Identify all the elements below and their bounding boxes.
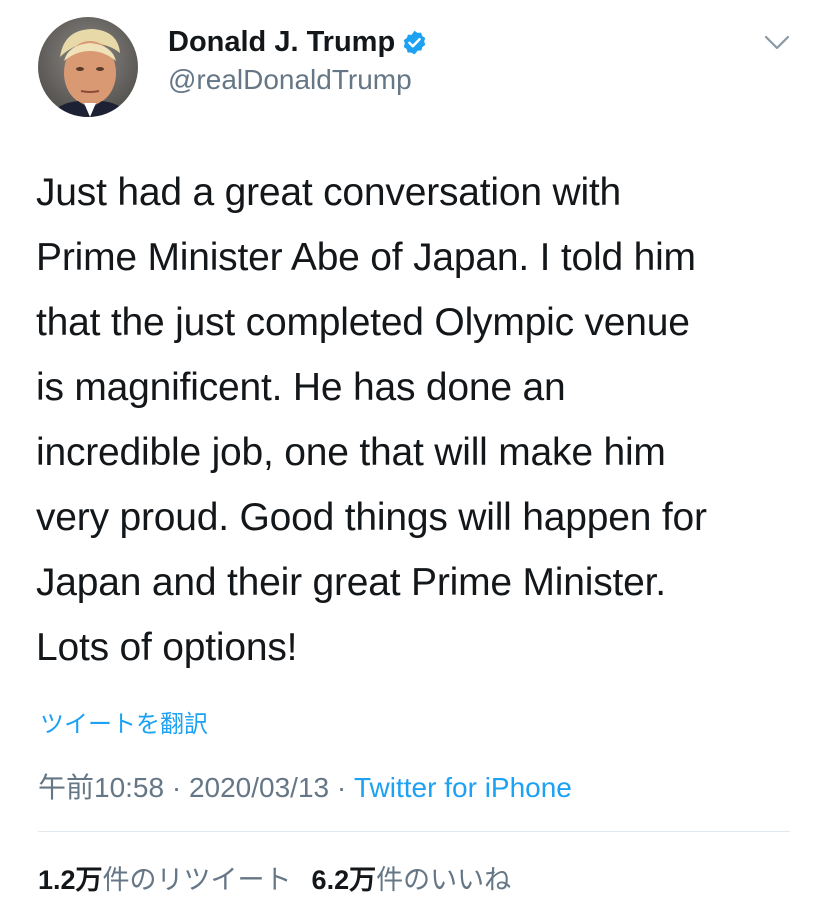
likes-stat[interactable]: 6.2万件のいいね: [312, 865, 512, 895]
likes-count: 6.2万: [311, 865, 377, 895]
tweet-text: Just had a great conversation with Prime…: [36, 171, 707, 669]
meta-separator: ·: [329, 772, 354, 803]
tweet-date: 2020/03/13: [188, 772, 330, 803]
verified-badge-icon: [401, 29, 428, 56]
author-name-row[interactable]: Donald J. Trump: [168, 22, 428, 62]
retweets-stat[interactable]: 1.2万件のリツイート: [38, 865, 292, 895]
tweet-stats: 1.2万件のリツイート 6.2万件のいいね: [38, 858, 511, 897]
tweet-metadata: 午前10:58 · 2020/03/13 · Twitter for iPhon…: [38, 766, 572, 806]
avatar[interactable]: [38, 17, 138, 117]
chevron-down-icon[interactable]: [762, 30, 792, 54]
likes-label: 件のいいね: [376, 865, 512, 895]
translate-tweet-link[interactable]: ツイートを翻訳: [40, 704, 208, 739]
retweets-count: 1.2万: [38, 865, 103, 895]
author-handle[interactable]: @realDonaldTrump: [168, 64, 412, 96]
tweet-time: 午前10:58: [38, 772, 165, 803]
display-name[interactable]: Donald J. Trump: [168, 26, 395, 59]
divider: [38, 831, 790, 832]
retweets-label: 件のリツイート: [102, 865, 292, 895]
profile-avatar-image: [38, 17, 138, 117]
meta-separator: ·: [164, 772, 189, 803]
tweet-source-link[interactable]: Twitter for iPhone: [354, 772, 572, 803]
